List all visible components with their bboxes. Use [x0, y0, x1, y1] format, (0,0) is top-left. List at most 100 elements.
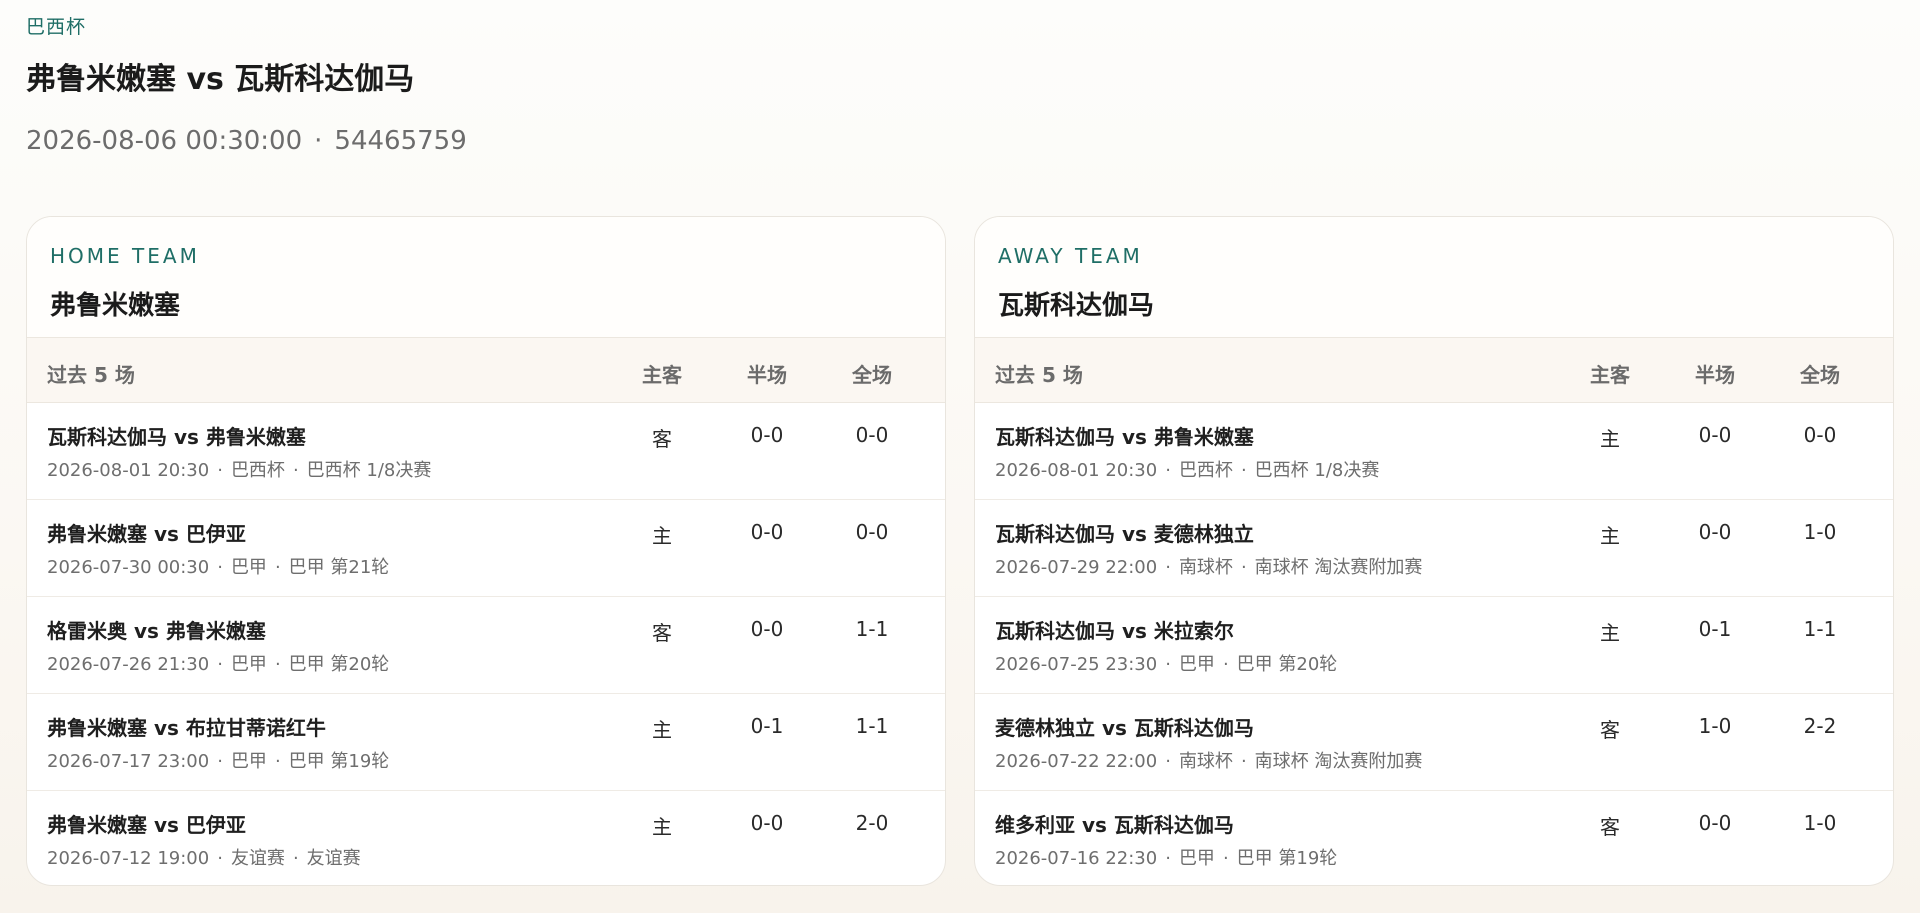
half-time-score: 0-0	[750, 423, 784, 447]
table-row[interactable]: 弗鲁米嫩塞 vs 布拉甘蒂诺红牛 2026-07-17 23:00 · 巴甲 · 巴甲 …	[27, 694, 945, 791]
match-teams: 弗鲁米嫩塞 vs 巴伊亚	[47, 813, 246, 837]
table-row[interactable]: 瓦斯科达伽马 vs 弗鲁米嫩塞 2026-08-01 20:30 · 巴西杯 · 巴西杯…	[975, 403, 1893, 500]
full-time-score: 1-1	[855, 714, 889, 738]
half-time-score: 1-0	[1698, 714, 1732, 738]
match-stage: 巴甲 第21轮	[288, 557, 390, 578]
info-separator: ·	[1222, 848, 1229, 869]
full-time-score: 0-0	[855, 520, 889, 544]
meta-separator: ·	[314, 126, 323, 156]
match-teams: 麦德林独立 vs 瓦斯科达伽马	[995, 716, 1254, 740]
away-team-panel: AWAY TEAM 瓦斯科达伽马 过去 5 场 主客 半场 全场 瓦斯科达伽马 …	[974, 216, 1894, 886]
match-competition: 巴甲	[1178, 654, 1215, 675]
match-info: 2026-07-12 19:00 · 友谊赛 · 友谊赛	[47, 844, 361, 870]
col-full-time: 全场	[852, 363, 892, 387]
home-team-panel: HOME TEAM 弗鲁米嫩塞 过去 5 场 主客 半场 全场 瓦斯科达伽马 v…	[26, 216, 946, 886]
home-away-value: 客	[652, 427, 672, 451]
match-stage: 友谊赛	[306, 848, 361, 869]
full-time-score: 0-0	[1803, 423, 1837, 447]
match-date: 2026-07-17 23:00	[47, 751, 210, 772]
match-stage: 巴甲 第20轮	[288, 654, 390, 675]
home-match-list: 瓦斯科达伽马 vs 弗鲁米嫩塞 2026-08-01 20:30 · 巴西杯 · 巴西杯…	[27, 403, 945, 885]
match-datetime: 2026-08-06 00:30:00	[26, 126, 303, 156]
match-teams: 格雷米奥 vs 弗鲁米嫩塞	[47, 619, 266, 643]
full-time-score: 2-2	[1803, 714, 1837, 738]
match-info: 2026-08-01 20:30 · 巴西杯 · 巴西杯 1/8决赛	[995, 456, 1379, 482]
home-table-header: 过去 5 场 主客 半场 全场	[27, 337, 945, 403]
match-info: 2026-07-30 00:30 · 巴甲 · 巴甲 第21轮	[47, 553, 389, 579]
info-separator: ·	[217, 460, 223, 481]
info-separator: ·	[1240, 557, 1247, 578]
table-row[interactable]: 瓦斯科达伽马 vs 弗鲁米嫩塞 2026-08-01 20:30 · 巴西杯 · 巴西杯…	[27, 403, 945, 500]
home-away-value: 客	[1600, 718, 1620, 742]
half-time-score: 0-0	[1698, 520, 1732, 544]
match-stage: 南球杯 淘汰赛附加赛	[1254, 557, 1423, 578]
info-separator: ·	[292, 848, 299, 869]
info-separator: ·	[217, 751, 223, 772]
match-header: 巴西杯 弗鲁米嫩塞 vs 瓦斯科达伽马 2026-08-06 00:30:00 ·…	[26, 0, 1886, 200]
match-date: 2026-07-16 22:30	[995, 848, 1158, 869]
competition-label[interactable]: 巴西杯	[26, 12, 86, 39]
match-info: 2026-07-17 23:00 · 巴甲 · 巴甲 第19轮	[47, 747, 389, 773]
info-separator: ·	[274, 557, 281, 578]
info-separator: ·	[1165, 751, 1171, 772]
match-teams: 弗鲁米嫩塞 vs 布拉甘蒂诺红牛	[47, 716, 326, 740]
info-separator: ·	[1165, 654, 1171, 675]
home-away-value: 主	[652, 718, 672, 742]
home-panel-header: HOME TEAM 弗鲁米嫩塞	[27, 217, 945, 337]
match-date: 2026-07-25 23:30	[995, 654, 1158, 675]
home-away-value: 主	[1600, 524, 1620, 548]
match-competition: 巴甲	[1178, 848, 1215, 869]
match-date: 2026-07-29 22:00	[995, 557, 1158, 578]
table-row[interactable]: 弗鲁米嫩塞 vs 巴伊亚 2026-07-30 00:30 · 巴甲 · 巴甲 第21轮…	[27, 500, 945, 597]
away-table-header: 过去 5 场 主客 半场 全场	[975, 337, 1893, 403]
info-separator: ·	[274, 751, 281, 772]
table-row[interactable]: 瓦斯科达伽马 vs 麦德林独立 2026-07-29 22:00 · 南球杯 · 南球杯…	[975, 500, 1893, 597]
full-time-score: 2-0	[855, 811, 889, 835]
full-time-score: 1-0	[1803, 811, 1837, 835]
match-teams: 瓦斯科达伽马 vs 麦德林独立	[995, 522, 1254, 546]
match-teams: 瓦斯科达伽马 vs 米拉索尔	[995, 619, 1234, 643]
match-info: 2026-07-22 22:00 · 南球杯 · 南球杯 淘汰赛附加赛	[995, 747, 1422, 773]
full-time-score: 1-1	[855, 617, 889, 641]
info-separator: ·	[217, 557, 223, 578]
home-away-value: 客	[1600, 815, 1620, 839]
info-separator: ·	[1165, 557, 1171, 578]
match-stage: 巴甲 第19轮	[288, 751, 390, 772]
match-stage: 巴西杯 1/8决赛	[1254, 460, 1380, 481]
match-meta: 2026-08-06 00:30:00 · 54465759	[26, 126, 467, 156]
match-competition: 巴西杯	[230, 460, 285, 481]
col-home-away: 主客	[1590, 363, 1630, 387]
table-row[interactable]: 瓦斯科达伽马 vs 米拉索尔 2026-07-25 23:30 · 巴甲 · 巴甲 第2…	[975, 597, 1893, 694]
half-time-score: 0-1	[750, 714, 784, 738]
match-info: 2026-08-01 20:30 · 巴西杯 · 巴西杯 1/8决赛	[47, 456, 431, 482]
match-stage: 巴甲 第19轮	[1236, 848, 1338, 869]
match-date: 2026-07-22 22:00	[995, 751, 1158, 772]
half-time-score: 0-1	[1698, 617, 1732, 641]
match-info: 2026-07-25 23:30 · 巴甲 · 巴甲 第20轮	[995, 650, 1337, 676]
away-panel-header: AWAY TEAM 瓦斯科达伽马	[975, 217, 1893, 337]
col-full-time: 全场	[1800, 363, 1840, 387]
table-row[interactable]: 维多利亚 vs 瓦斯科达伽马 2026-07-16 22:30 · 巴甲 · 巴甲 第1…	[975, 791, 1893, 885]
info-separator: ·	[1165, 460, 1171, 481]
match-date: 2026-08-01 20:30	[47, 460, 210, 481]
info-separator: ·	[1222, 654, 1229, 675]
info-separator: ·	[274, 654, 281, 675]
home-team-kicker: HOME TEAM	[50, 244, 200, 268]
table-row[interactable]: 麦德林独立 vs 瓦斯科达伽马 2026-07-22 22:00 · 南球杯 · 南球杯…	[975, 694, 1893, 791]
match-date: 2026-08-01 20:30	[995, 460, 1158, 481]
match-competition: 南球杯	[1178, 557, 1233, 578]
match-id: 54465759	[334, 126, 467, 156]
home-away-value: 主	[1600, 621, 1620, 645]
match-date: 2026-07-12 19:00	[47, 848, 210, 869]
match-teams: 弗鲁米嫩塞 vs 巴伊亚	[47, 522, 246, 546]
table-row[interactable]: 格雷米奥 vs 弗鲁米嫩塞 2026-07-26 21:30 · 巴甲 · 巴甲 第20…	[27, 597, 945, 694]
match-info: 2026-07-26 21:30 · 巴甲 · 巴甲 第20轮	[47, 650, 389, 676]
match-competition: 巴西杯	[1178, 460, 1233, 481]
match-competition: 巴甲	[230, 751, 267, 772]
table-row[interactable]: 弗鲁米嫩塞 vs 巴伊亚 2026-07-12 19:00 · 友谊赛 · 友谊赛 主 …	[27, 791, 945, 885]
match-stage: 南球杯 淘汰赛附加赛	[1254, 751, 1423, 772]
half-time-score: 0-0	[750, 811, 784, 835]
col-half-time: 半场	[1695, 363, 1735, 387]
col-recent-matches: 过去 5 场	[995, 363, 1083, 387]
match-date: 2026-07-26 21:30	[47, 654, 210, 675]
